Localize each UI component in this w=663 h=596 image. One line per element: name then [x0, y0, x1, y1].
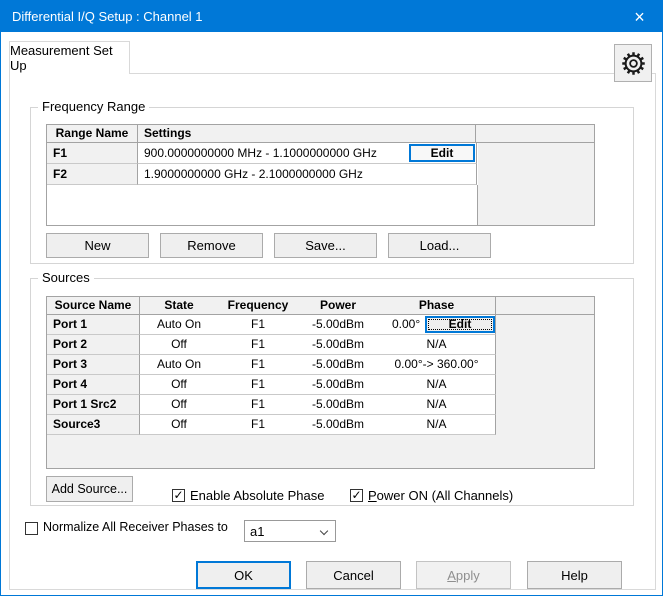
table-row[interactable]: F2 1.9000000000 GHz - 2.1000000000 GHz — [47, 164, 478, 185]
power-cell: -5.00dBm — [298, 315, 378, 335]
state-cell: Auto On — [140, 355, 218, 375]
title-bar: Differential I/Q Setup : Channel 1 — [1, 1, 663, 32]
frequency-range-group-label: Frequency Range — [38, 99, 149, 114]
power-cell: -5.00dBm — [298, 375, 378, 395]
column-header-power: Power — [298, 297, 378, 314]
power-on-label[interactable]: Power ON (All Channels) — [368, 488, 513, 503]
frequency-cell: F1 — [218, 355, 298, 375]
sources-table-header: Source Name State Frequency Power Phase — [47, 297, 594, 315]
settings-cell: 900.0000000000 MHz - 1.1000000000 GHz Ed… — [138, 143, 477, 164]
state-cell: Off — [140, 375, 218, 395]
frequency-range-group: Frequency Range Range Name Settings F1 9… — [30, 107, 634, 264]
power-cell: -5.00dBm — [298, 415, 378, 435]
source-name-cell: Port 4 — [47, 375, 140, 395]
column-header-settings: Settings — [138, 125, 476, 142]
table-row[interactable]: Port 2 Off F1 -5.00dBm N/A — [47, 335, 497, 355]
checkmark-icon: ✓ — [351, 488, 361, 502]
gear-icon — [620, 50, 647, 77]
normalize-phases-label[interactable]: Normalize All Receiver Phases to — [43, 520, 228, 534]
phase-cell: N/A — [378, 335, 496, 355]
table-row[interactable]: Port 1 Src2 Off F1 -5.00dBm N/A — [47, 395, 497, 415]
table-row[interactable]: Source3 Off F1 -5.00dBm N/A — [47, 415, 497, 435]
state-cell: Off — [140, 335, 218, 355]
frequency-range-table: Range Name Settings F1 900.0000000000 MH… — [46, 124, 595, 226]
settings-value: 900.0000000000 MHz - 1.1000000000 GHz — [144, 146, 377, 160]
window-title: Differential I/Q Setup : Channel 1 — [12, 9, 203, 24]
frequency-cell: F1 — [218, 395, 298, 415]
close-button[interactable]: × — [617, 1, 662, 32]
enable-absolute-phase-label[interactable]: Enable Absolute Phase — [190, 488, 324, 503]
table-row[interactable]: Port 3 Auto On F1 -5.00dBm 0.00°-> 360.0… — [47, 355, 497, 375]
frequency-cell: F1 — [218, 315, 298, 335]
tab-label: Measurement Set Up — [10, 43, 129, 73]
source-name-cell: Source3 — [47, 415, 140, 435]
enable-absolute-phase-checkbox[interactable]: ✓ — [172, 489, 185, 502]
dialog-window: Differential I/Q Setup : Channel 1 × Mea… — [0, 0, 663, 596]
tab-measurement-setup[interactable]: Measurement Set Up — [9, 41, 130, 74]
apply-button: Apply — [416, 561, 511, 589]
column-header-range-name: Range Name — [47, 125, 138, 142]
receiver-select-dropdown[interactable]: a1 — [244, 520, 336, 542]
frequency-table-header: Range Name Settings — [47, 125, 594, 143]
frequency-cell: F1 — [218, 375, 298, 395]
settings-value: 1.9000000000 GHz - 2.1000000000 GHz — [144, 167, 363, 181]
save-button[interactable]: Save... — [274, 233, 377, 258]
phase-cell: N/A — [378, 375, 496, 395]
column-header-phase: Phase — [378, 297, 496, 314]
remove-button[interactable]: Remove — [160, 233, 263, 258]
power-cell: -5.00dBm — [298, 355, 378, 375]
power-on-label-rest: ower ON (All Channels) — [377, 488, 514, 503]
phase-cell: 0.00° Edit — [378, 315, 496, 335]
load-button[interactable]: Load... — [388, 233, 491, 258]
phase-cell: N/A — [378, 395, 496, 415]
checkmark-icon: ✓ — [173, 488, 183, 502]
edit-source-button[interactable]: Edit — [425, 316, 495, 333]
sources-group-label: Sources — [38, 270, 94, 285]
power-on-checkbox[interactable]: ✓ — [350, 489, 363, 502]
table-row[interactable]: Port 1 Auto On F1 -5.00dBm 0.00° Edit — [47, 315, 497, 335]
frequency-cell: F1 — [218, 415, 298, 435]
apply-label-accel: A — [447, 568, 456, 583]
source-name-cell: Port 1 — [47, 315, 140, 335]
power-cell: -5.00dBm — [298, 395, 378, 415]
state-cell: Off — [140, 395, 218, 415]
ok-button[interactable]: OK — [196, 561, 291, 589]
source-name-cell: Port 2 — [47, 335, 140, 355]
sources-table: Source Name State Frequency Power Phase … — [46, 296, 595, 469]
close-icon: × — [634, 8, 645, 26]
power-cell: -5.00dBm — [298, 335, 378, 355]
column-header-frequency: Frequency — [218, 297, 298, 314]
chevron-down-icon — [320, 527, 328, 535]
settings-cell: 1.9000000000 GHz - 2.1000000000 GHz — [138, 164, 477, 185]
column-header-source-name: Source Name — [47, 297, 140, 314]
cancel-button[interactable]: Cancel — [306, 561, 401, 589]
phase-value: 0.00° — [392, 317, 420, 331]
settings-gear-button[interactable] — [614, 44, 652, 82]
column-header-state: State — [140, 297, 218, 314]
range-name-cell: F2 — [47, 164, 138, 185]
sources-group: Sources Source Name State Frequency Powe… — [30, 278, 634, 506]
state-cell: Auto On — [140, 315, 218, 335]
phase-cell: 0.00°-> 360.00° — [378, 355, 496, 375]
source-name-cell: Port 3 — [47, 355, 140, 375]
source-name-cell: Port 1 Src2 — [47, 395, 140, 415]
apply-label-rest: pply — [456, 568, 480, 583]
help-button[interactable]: Help — [527, 561, 622, 589]
range-name-cell: F1 — [47, 143, 138, 164]
table-row[interactable]: Port 4 Off F1 -5.00dBm N/A — [47, 375, 497, 395]
phase-cell: N/A — [378, 415, 496, 435]
add-source-button[interactable]: Add Source... — [46, 476, 133, 502]
new-button[interactable]: New — [46, 233, 149, 258]
power-on-label-accel: P — [368, 488, 377, 503]
receiver-select-value: a1 — [250, 524, 264, 539]
state-cell: Off — [140, 415, 218, 435]
edit-range-button[interactable]: Edit — [409, 144, 475, 162]
table-row[interactable]: F1 900.0000000000 MHz - 1.1000000000 GHz… — [47, 143, 478, 164]
frequency-cell: F1 — [218, 335, 298, 355]
normalize-phases-checkbox[interactable] — [25, 522, 38, 535]
